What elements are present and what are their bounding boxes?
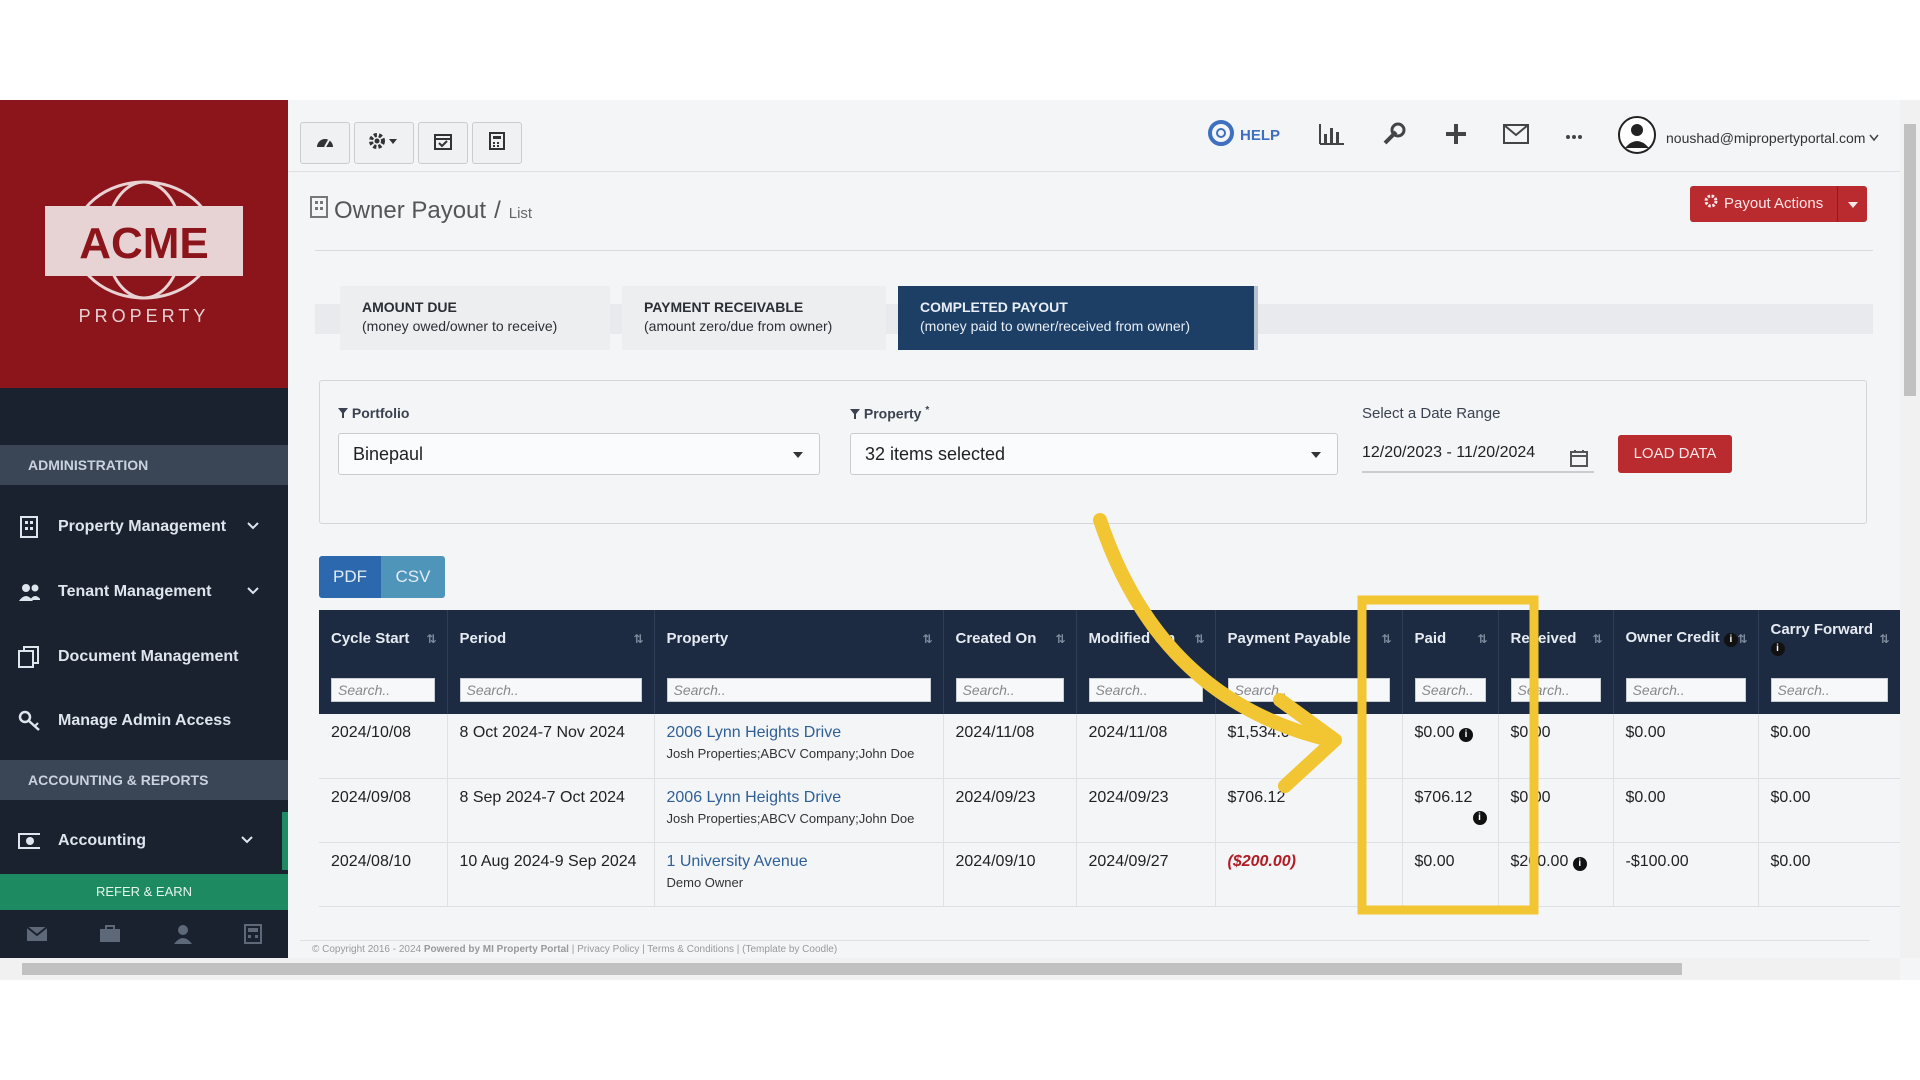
annotation-overlay: [1093, 513, 1539, 915]
highlight-box: [1357, 595, 1539, 915]
arrowhead-icon: [1273, 693, 1342, 793]
app-window: ACME PROPERTY ADMINISTRATION Property Ma…: [0, 100, 1920, 980]
